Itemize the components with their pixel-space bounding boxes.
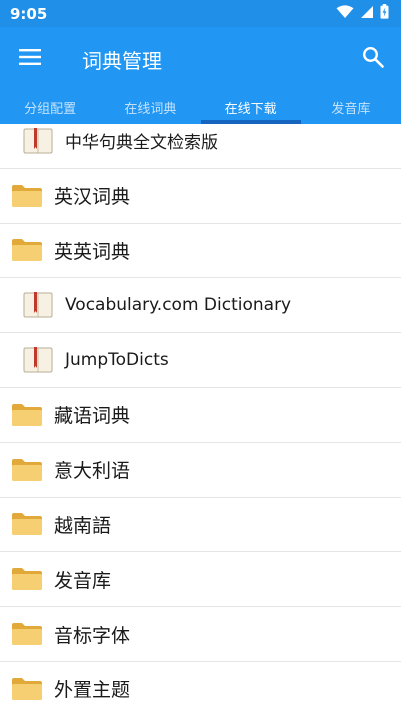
search-button[interactable] bbox=[345, 27, 401, 91]
book-icon bbox=[23, 347, 53, 373]
folder-icon bbox=[11, 512, 43, 536]
list-item[interactable]: 越南語 bbox=[0, 497, 401, 553]
list-item[interactable]: 英汉词典 bbox=[0, 168, 401, 224]
list-item[interactable]: 发音库 bbox=[0, 552, 401, 608]
list-item[interactable]: 外置主题 bbox=[0, 661, 401, 713]
list-item[interactable]: 中华句典全文检索版 bbox=[0, 124, 401, 169]
status-icons bbox=[336, 4, 389, 23]
menu-button[interactable] bbox=[0, 27, 60, 91]
folder-icon bbox=[11, 458, 43, 482]
folder-icon bbox=[11, 567, 43, 591]
folder-icon bbox=[11, 403, 43, 427]
tab-online-dictionary[interactable]: 在线词典 bbox=[100, 91, 200, 124]
tab-online-download[interactable]: 在线下载 bbox=[200, 91, 302, 124]
tab-pronunciation-library[interactable]: 发音库 bbox=[301, 91, 401, 124]
signal-icon bbox=[360, 4, 374, 23]
list-item-label: JumpToDicts bbox=[65, 350, 169, 371]
status-time: 9:05 bbox=[10, 4, 48, 23]
app-bar: 词典管理 bbox=[0, 27, 401, 91]
tab-bar: 分组配置 在线词典 在线下载 发音库 bbox=[0, 91, 401, 124]
dictionary-list: 中华句典全文检索版英汉词典英英词典 Vocabulary.com Dictiona… bbox=[0, 124, 401, 713]
list-item-label: 发音库 bbox=[54, 569, 112, 592]
tab-group-config[interactable]: 分组配置 bbox=[0, 91, 100, 124]
wifi-icon bbox=[336, 4, 354, 23]
list-item-label: 中华句典全文检索版 bbox=[65, 133, 218, 154]
list-item[interactable]: Vocabulary.com Dictionary bbox=[0, 278, 401, 334]
list-item-label: 英汉词典 bbox=[54, 186, 131, 209]
search-icon bbox=[362, 46, 384, 72]
list-item[interactable]: 藏语词典 bbox=[0, 387, 401, 443]
folder-icon bbox=[11, 238, 43, 262]
list-item-label: 外置主题 bbox=[54, 679, 131, 702]
folder-icon bbox=[11, 677, 43, 701]
folder-icon bbox=[11, 184, 43, 208]
list-item[interactable]: 英英词典 bbox=[0, 223, 401, 279]
list-item-label: 越南語 bbox=[54, 514, 112, 537]
status-bar: 9:05 bbox=[0, 0, 401, 27]
folder-icon bbox=[11, 622, 43, 646]
list-item-label: Vocabulary.com Dictionary bbox=[65, 295, 292, 316]
list-item[interactable]: JumpToDicts bbox=[0, 333, 401, 388]
page-title: 词典管理 bbox=[82, 48, 162, 73]
list-item-label: 藏语词典 bbox=[54, 405, 131, 428]
list-item[interactable]: 音标字体 bbox=[0, 607, 401, 662]
list-item-label: 意大利语 bbox=[54, 460, 131, 483]
list-item-label: 音标字体 bbox=[54, 624, 131, 647]
hamburger-menu-icon bbox=[19, 49, 41, 69]
list-item-label: 英英词典 bbox=[54, 240, 131, 263]
book-icon bbox=[23, 127, 53, 154]
book-icon bbox=[23, 292, 53, 318]
list-item[interactable]: 意大利语 bbox=[0, 442, 401, 498]
battery-icon bbox=[380, 4, 389, 23]
